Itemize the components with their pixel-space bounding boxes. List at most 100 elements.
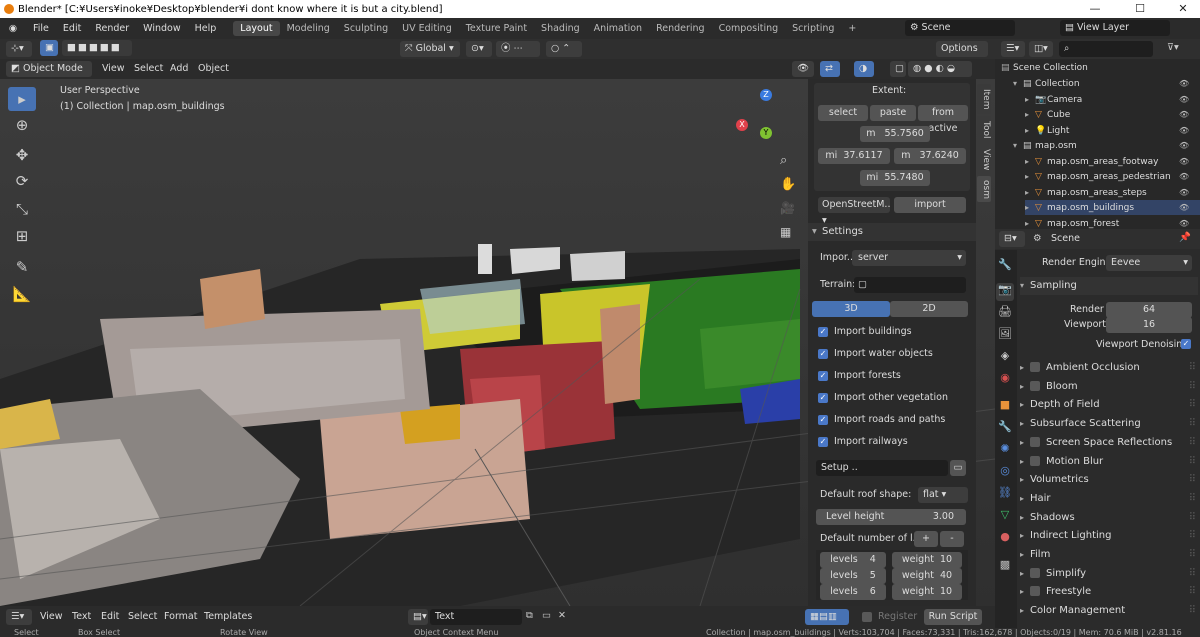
transform-tool-icon[interactable]: ⊞ [8, 224, 36, 248]
gizmo-toggle-icon[interactable]: ⇄ [820, 61, 840, 77]
properties-panel-header[interactable]: ▸ Screen Space Reflections ⠿ [1020, 434, 1198, 452]
xray-toggle-icon[interactable]: ▢ [890, 61, 906, 77]
properties-panel-header[interactable]: ▸ Depth of Field ⠿ [1020, 396, 1198, 414]
min-lat-field[interactable]: mi 55.7480 [860, 170, 930, 186]
import-forests-checkbox[interactable]: ✓ Import forests [818, 368, 901, 384]
scale-tool-icon[interactable]: ⤡ [8, 197, 36, 221]
expand-arrow-icon[interactable]: ▸ [1025, 185, 1035, 200]
properties-panel-header[interactable]: ▸ Hair ⠿ [1020, 490, 1198, 508]
source-dropdown[interactable]: OpenStreetM.. ▾ [818, 197, 890, 226]
panel-enable-checkbox[interactable] [1030, 586, 1040, 597]
navigation-gizmo[interactable]: Z X Y [732, 87, 802, 157]
terrain-field[interactable]: ▢ [854, 277, 966, 293]
tab-view[interactable]: View [977, 146, 991, 174]
material-props-icon[interactable]: ● [996, 530, 1014, 548]
properties-panel-header[interactable]: ▸ Bloom ⠿ [1020, 378, 1198, 396]
mode-3d-button[interactable]: 3D [812, 301, 890, 317]
zoom-icon[interactable]: ⌕ [780, 153, 787, 168]
minimize-button[interactable]: — [1080, 0, 1110, 18]
register-checkbox[interactable]: Register [862, 611, 917, 622]
expand-arrow-icon[interactable]: ▸ [1025, 107, 1035, 122]
tab-osm[interactable]: osm [977, 176, 991, 202]
visibility-eye-icon[interactable]: 👁 [1179, 185, 1189, 200]
run-script-button[interactable]: Run Script [924, 609, 982, 625]
text-menu-templates[interactable]: Templates [204, 611, 252, 622]
outliner-item[interactable]: ▸ 💡Light 👁 [1025, 123, 1200, 138]
settings-panel-header[interactable]: ▾ Settings [808, 223, 976, 241]
x-axis-icon[interactable]: X [736, 119, 748, 131]
import-type-dropdown[interactable]: server ▾ [852, 250, 966, 266]
drag-handle-icon[interactable]: ⠿ [1189, 359, 1196, 377]
select-extent-button[interactable]: select [818, 105, 868, 121]
editor-type-button[interactable]: ⊹▾ [6, 41, 32, 57]
object-mode-dropdown[interactable]: ◩ Object Mode ▾ [6, 61, 92, 90]
options-dropdown[interactable]: Options ▾ [936, 41, 988, 70]
outliner-item[interactable]: ▸ ▽ map.osm_areas_footway 👁 [1025, 154, 1200, 169]
blender-menu-icon[interactable]: ◉ [0, 23, 26, 34]
maximize-button[interactable]: ☐ [1125, 0, 1155, 18]
object-props-icon[interactable]: ■ [996, 398, 1014, 416]
menu-window[interactable]: Window [136, 23, 187, 34]
viewport-samples-field[interactable]: 16 [1106, 317, 1192, 333]
drag-handle-icon[interactable]: ⠿ [1189, 565, 1196, 583]
drag-handle-icon[interactable]: ⠿ [1189, 471, 1196, 489]
outliner-item[interactable]: ▸ ▽ map.osm_areas_steps 👁 [1025, 185, 1200, 200]
text-datablock-icon[interactable]: ▤▾ [408, 609, 428, 625]
roof-shape-dropdown[interactable]: flat ▾ [918, 487, 968, 503]
text-menu-select[interactable]: Select [128, 611, 157, 622]
select-box-tool-icon[interactable]: ▸ [8, 87, 36, 111]
menu-select[interactable]: Select [134, 63, 163, 74]
drag-handle-icon[interactable]: ⠿ [1189, 602, 1196, 620]
remove-level-button[interactable]: - [940, 531, 964, 547]
visibility-eye-icon[interactable]: 👁 [1179, 76, 1189, 91]
properties-panel-header[interactable]: ▸ Volumetrics ⠿ [1020, 471, 1198, 489]
levels-field[interactable]: levels 5 [820, 568, 886, 584]
import-roads-checkbox[interactable]: ✓ Import roads and paths [818, 412, 945, 428]
display-mode-icon[interactable]: ◫▾ [1029, 41, 1053, 57]
texture-props-icon[interactable]: ▩ [996, 558, 1014, 576]
weight-field[interactable]: weight 40 [892, 568, 962, 584]
visibility-eye-icon[interactable]: 👁 [1179, 107, 1189, 122]
import-vegetation-checkbox[interactable]: ✓ Import other vegetation [818, 390, 948, 406]
pin-icon[interactable]: 📌 [1179, 232, 1191, 243]
tab-compositing[interactable]: Compositing [712, 21, 786, 36]
drag-handle-icon[interactable]: ⠿ [1189, 509, 1196, 527]
menu-object[interactable]: Object [198, 63, 229, 74]
text-editor-type-icon[interactable]: ☰▾ [6, 609, 32, 625]
text-menu-format[interactable]: Format [164, 611, 197, 622]
properties-panel-header[interactable]: ▸ Freestyle ⠿ [1020, 583, 1198, 601]
expand-arrow-icon[interactable]: ▸ [1025, 154, 1035, 169]
snap-toggle[interactable]: ⦿ ⋯ [496, 41, 540, 57]
rotate-tool-icon[interactable]: ⟳ [8, 169, 36, 193]
drag-handle-icon[interactable]: ⠿ [1189, 415, 1196, 433]
measure-tool-icon[interactable]: 📐 [8, 282, 36, 306]
y-axis-icon[interactable]: Y [760, 127, 772, 139]
import-railways-checkbox[interactable]: ✓ Import railways [818, 434, 908, 450]
paste-extent-button[interactable]: paste [870, 105, 916, 121]
folder-icon[interactable]: ▭ [950, 460, 966, 476]
tab-rendering[interactable]: Rendering [649, 21, 712, 36]
levels-field[interactable]: levels 4 [820, 552, 886, 568]
levels-field[interactable]: levels 6 [820, 584, 886, 600]
scene-selector[interactable]: ⚙ Scene [905, 20, 1015, 36]
tab-texture-paint[interactable]: Texture Paint [459, 21, 534, 36]
mode-2d-button[interactable]: 2D [890, 301, 968, 317]
unlink-text-icon[interactable]: ✕ [558, 610, 566, 621]
view-layer-props-icon[interactable]: 🖼 [996, 327, 1014, 345]
drag-handle-icon[interactable]: ⠿ [1189, 434, 1196, 452]
visibility-eye-icon[interactable]: 👁 [1179, 154, 1189, 169]
from-active-button[interactable]: from active [918, 105, 968, 134]
outliner-item[interactable]: ▸ ▽ Cube 👁 [1025, 107, 1200, 122]
annotate-tool-icon[interactable]: ✎ [8, 255, 36, 279]
visibility-eye-icon[interactable]: 👁 [1179, 138, 1189, 153]
properties-panel-header[interactable]: ▸ Color Management ⠿ [1020, 602, 1198, 620]
drag-handle-icon[interactable]: ⠿ [1189, 583, 1196, 601]
menu-file[interactable]: File [26, 23, 56, 34]
expand-arrow-icon[interactable]: ▸ [1025, 92, 1035, 107]
line-number-toggles[interactable]: ▦▤▥ [805, 609, 849, 625]
drag-handle-icon[interactable]: ⠿ [1189, 546, 1196, 564]
copy-text-icon[interactable]: ⧉ [526, 610, 533, 621]
properties-panel-header[interactable]: ▸ Shadows ⠿ [1020, 509, 1198, 527]
drag-handle-icon[interactable]: ⠿ [1189, 396, 1196, 414]
properties-panel-header[interactable]: ▸ Simplify ⠿ [1020, 565, 1198, 583]
